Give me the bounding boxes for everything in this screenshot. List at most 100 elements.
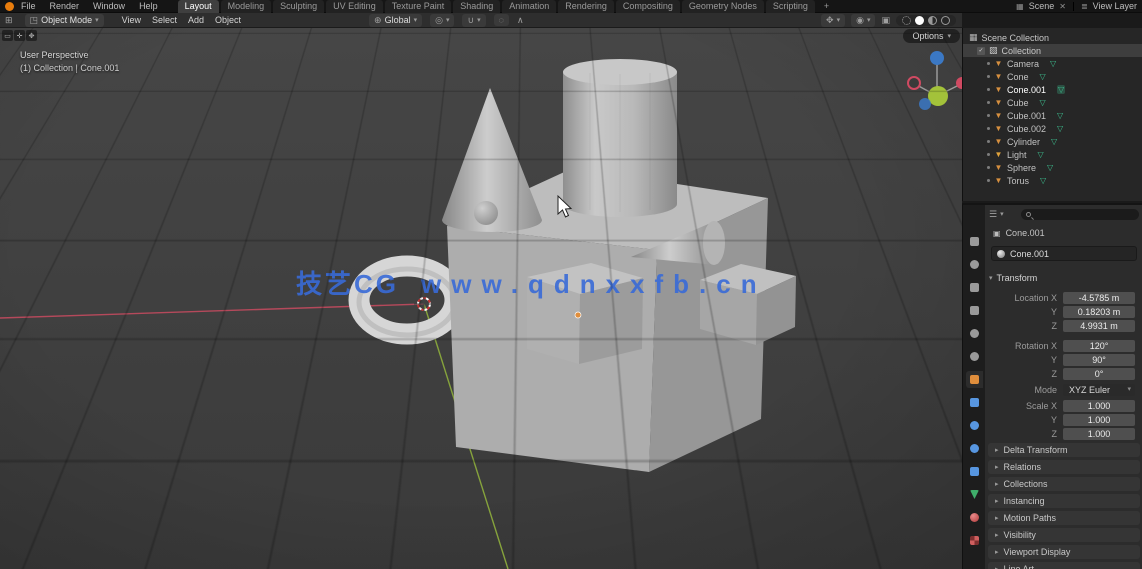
object-name-field[interactable]: Cone.001 [991, 246, 1137, 261]
cursor-tool[interactable]: ✛ [14, 30, 25, 41]
solid-shading-button[interactable] [915, 15, 924, 25]
unlink-icon[interactable]: ✕ [1059, 2, 1066, 11]
move-tool[interactable]: ✥ [26, 30, 37, 41]
viewport-menu-item[interactable]: Object [215, 15, 241, 25]
properties-tab[interactable] [966, 486, 983, 503]
properties-editor-icon[interactable]: ☰ [989, 209, 997, 220]
properties-tab[interactable] [966, 509, 983, 526]
outliner-object-row[interactable]: ▼ Cylinder ▽ [963, 135, 1142, 148]
rotation-value-field[interactable]: 90° [1063, 354, 1135, 366]
properties-tab[interactable] [966, 463, 983, 480]
collapsed-section-header[interactable]: ▸ Visibility [988, 528, 1140, 542]
outliner-object-row[interactable]: ▼ Sphere ▽ [963, 161, 1142, 174]
editor-type-icon[interactable]: ⊞ [5, 15, 13, 26]
object-data-icon[interactable]: ▽ [1040, 72, 1046, 81]
location-value-field[interactable]: 0.18203 m [1063, 306, 1135, 318]
workspace-tab[interactable]: Geometry Nodes [681, 0, 764, 13]
object-data-icon[interactable]: ▽ [1057, 124, 1063, 133]
mode-dropdown[interactable]: ◳ Object Mode ▾ [24, 13, 104, 27]
collapsed-section-header[interactable]: ▸ Line Art [988, 562, 1140, 569]
workspace-tab[interactable]: Scripting [765, 0, 815, 13]
properties-tab[interactable] [966, 256, 983, 273]
view-layer-selector[interactable]: View Layer [1093, 1, 1137, 11]
menubar-item[interactable]: Render [50, 1, 80, 11]
rotation-mode-dropdown[interactable]: XYZ Euler [1063, 384, 1135, 396]
workspace-tab[interactable]: Rendering [558, 0, 614, 13]
disclosure-dot-icon[interactable] [987, 88, 990, 91]
sphere-object[interactable] [474, 201, 498, 225]
workspace-tab[interactable]: Animation [502, 0, 557, 13]
gizmo-z-axis[interactable] [930, 51, 944, 65]
properties-tab[interactable] [966, 233, 983, 250]
properties-tab[interactable] [966, 348, 983, 365]
rendered-shading-button[interactable] [941, 15, 950, 25]
disclosure-dot-icon[interactable] [987, 127, 990, 130]
object-data-icon[interactable]: ▽ [1057, 111, 1063, 120]
workspace-tab[interactable]: UV Editing [326, 0, 383, 13]
object-data-icon[interactable]: ▽ [1040, 176, 1046, 185]
wireframe-shading-button[interactable] [902, 15, 911, 25]
xray-toggle[interactable]: ▣ [881, 15, 890, 26]
blender-logo-icon[interactable] [5, 1, 14, 11]
falloff-curve-icon[interactable]: ∧ [517, 15, 524, 26]
properties-tab[interactable] [966, 302, 983, 319]
collapsed-section-header[interactable]: ▸ Motion Paths [988, 511, 1140, 525]
workspace-tab[interactable]: Compositing [615, 0, 680, 13]
collapsed-section-header[interactable]: ▸ Viewport Display [988, 545, 1140, 559]
outliner-object-row[interactable]: ▼ Cube.002 ▽ [963, 122, 1142, 135]
cylinder-object[interactable] [563, 59, 677, 217]
rotation-value-field[interactable]: 0° [1063, 368, 1135, 380]
disclosure-dot-icon[interactable] [987, 179, 990, 182]
collapsed-section-header[interactable]: ▸ Relations [988, 460, 1140, 474]
outliner-object-row[interactable]: ▼ Light ▽ [963, 148, 1142, 161]
location-value-field[interactable]: -4.5785 m [1063, 292, 1135, 304]
proportional-editing-toggle[interactable]: ◌ [493, 14, 509, 26]
viewport-menu-item[interactable]: Select [152, 15, 177, 25]
disclosure-dot-icon[interactable] [987, 140, 990, 143]
workspace-tab[interactable]: Texture Paint [384, 0, 452, 13]
workspace-tab[interactable]: Modeling [220, 0, 272, 13]
object-data-icon[interactable]: ▽ [1057, 85, 1066, 94]
disclosure-dot-icon[interactable] [987, 166, 990, 169]
collapsed-section-header[interactable]: ▸ Instancing [988, 494, 1140, 508]
object-data-icon[interactable]: ▽ [1038, 150, 1044, 159]
checkbox-icon[interactable]: ✓ [977, 46, 985, 55]
properties-search-input[interactable] [1020, 208, 1139, 220]
gizmo-minus-x-axis[interactable] [907, 76, 921, 90]
properties-tab[interactable] [966, 371, 983, 388]
outliner-object-row[interactable]: ▼ Torus ▽ [963, 174, 1142, 187]
properties-breadcrumb[interactable]: ▣ Cone.001 [993, 228, 1045, 238]
transform-orientation-dropdown[interactable]: ⊕ Global ▾ [369, 13, 423, 27]
menubar-item[interactable]: Help [139, 1, 158, 11]
gizmo-y-axis[interactable] [928, 86, 948, 106]
menubar-item[interactable]: File [21, 1, 36, 11]
object-data-icon[interactable]: ▽ [1047, 163, 1053, 172]
collection-row[interactable]: ✓ ▧ Collection [963, 44, 1142, 57]
scale-value-field[interactable]: 1.000 [1063, 428, 1135, 440]
workspace-tab[interactable]: Sculpting [273, 0, 325, 13]
properties-tab[interactable] [966, 394, 983, 411]
object-data-icon[interactable]: ▽ [1050, 59, 1056, 68]
viewport-menu-item[interactable]: View [122, 15, 141, 25]
properties-tab[interactable] [966, 279, 983, 296]
workspace-tab[interactable]: Shading [453, 0, 501, 13]
disclosure-dot-icon[interactable] [987, 62, 990, 65]
scene-selector[interactable]: Scene [1029, 1, 1055, 11]
outliner-object-row[interactable]: ▼ Camera ▽ [963, 57, 1142, 70]
outliner-object-row[interactable]: ▼ Cube ▽ [963, 96, 1142, 109]
select-box-tool[interactable]: ▭ [2, 30, 13, 41]
viewport-menu-item[interactable]: Add [188, 15, 204, 25]
properties-tab[interactable] [966, 417, 983, 434]
navigation-gizmo[interactable] [905, 46, 962, 110]
disclosure-dot-icon[interactable] [987, 75, 990, 78]
scale-value-field[interactable]: 1.000 [1063, 414, 1135, 426]
overlays-dropdown[interactable]: ◉ ▾ [851, 13, 876, 27]
location-value-field[interactable]: 4.9931 m [1063, 320, 1135, 332]
add-workspace-button[interactable]: + [820, 1, 833, 11]
show-gizmo-dropdown[interactable]: ✥ ▾ [821, 13, 846, 27]
object-data-icon[interactable]: ▽ [1051, 137, 1057, 146]
3d-viewport[interactable]: ▭ ✛ ✥ User Perspective (1) Collection | … [0, 28, 962, 569]
scale-value-field[interactable]: 1.000 [1063, 400, 1135, 412]
properties-tab[interactable] [966, 440, 983, 457]
object-data-icon[interactable]: ▽ [1040, 98, 1046, 107]
